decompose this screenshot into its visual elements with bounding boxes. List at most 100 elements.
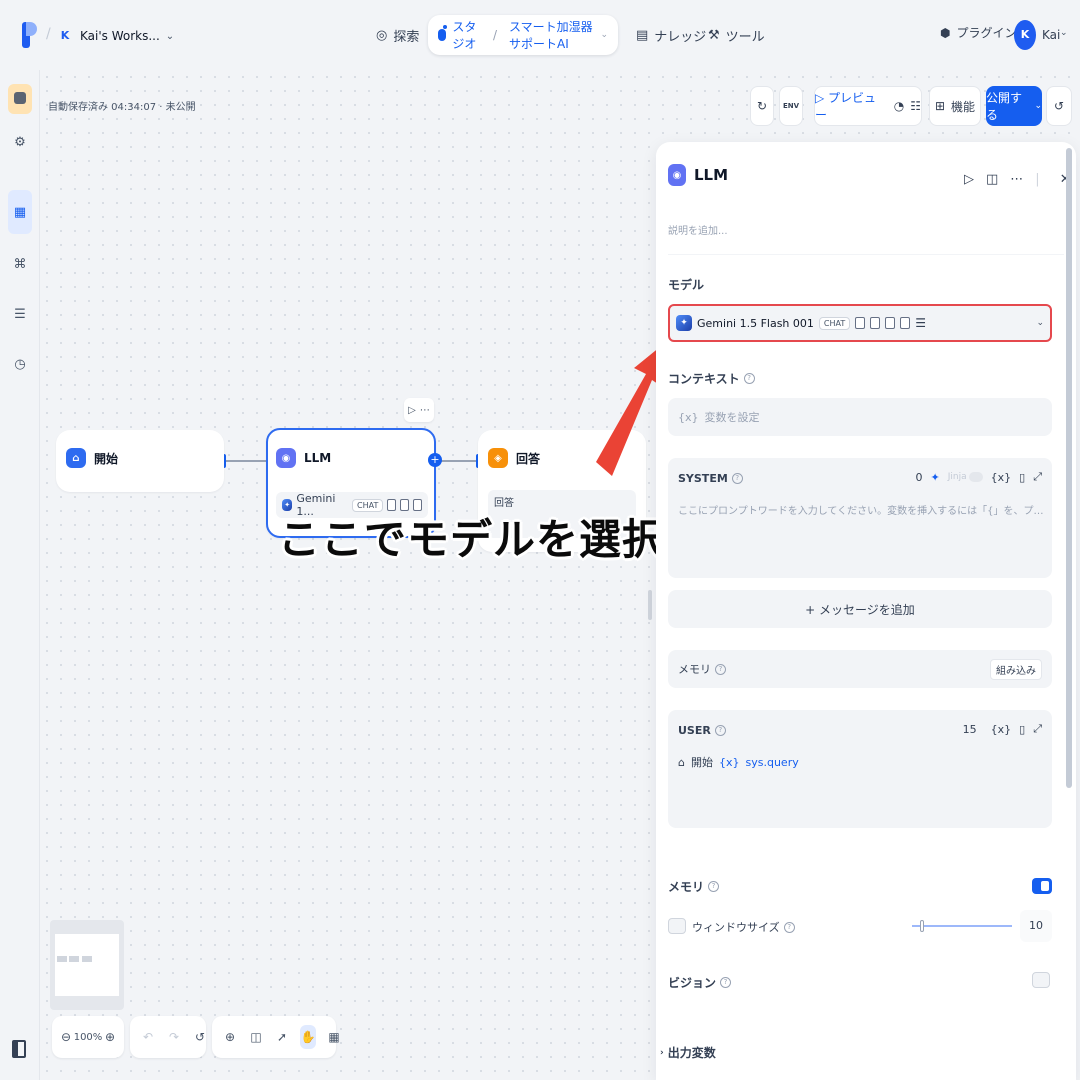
add-block-icon[interactable]: ⊕: [222, 1025, 238, 1049]
more-icon[interactable]: ⋯: [1010, 172, 1023, 187]
avatar[interactable]: K: [1014, 20, 1036, 50]
workspace-selector[interactable]: K Kai's Works... ⌄: [56, 24, 174, 48]
vision-label: ビジョン ?: [668, 974, 732, 991]
canvas-tools: ⊕ ◫ ➚ ✋ ▦: [212, 1016, 340, 1058]
variable-icon[interactable]: {x}: [991, 723, 1012, 736]
model-selector[interactable]: ✦ Gemini 1.5 Flash 001 CHAT ☰ ⌄: [668, 304, 1052, 342]
app-icon[interactable]: [8, 84, 32, 114]
user-char-count: 15: [962, 722, 977, 736]
minimap[interactable]: [50, 920, 124, 1010]
help-icon[interactable]: ?: [783, 921, 795, 933]
start-node[interactable]: ⌂ 開始: [56, 430, 224, 492]
nav-tools-label: ツール: [725, 29, 765, 45]
undo-icon[interactable]: ↶: [140, 1025, 156, 1049]
add-message-button[interactable]: + メッセージを追加: [668, 590, 1052, 628]
slider-handle[interactable]: [920, 920, 924, 932]
api-access-icon[interactable]: ⌘: [8, 252, 32, 276]
monitor-icon[interactable]: ◷: [8, 352, 32, 376]
answer-node-title: 回答: [516, 451, 541, 466]
redo-icon[interactable]: ↷: [166, 1025, 182, 1049]
history-icon[interactable]: ↺: [192, 1025, 208, 1049]
env-button[interactable]: ENV: [779, 86, 803, 126]
help-icon[interactable]: ?: [708, 881, 720, 892]
help-icon[interactable]: ?: [743, 373, 755, 384]
system-prompt-input[interactable]: ここにプロンプトワードを入力してください。変数を挿入するには「{」を、プロンプト…: [678, 502, 1044, 517]
node-actions[interactable]: ▷ ⋯: [404, 398, 434, 422]
panel-scrollbar[interactable]: [1066, 148, 1072, 788]
nav-explore[interactable]: ◎ 探索: [366, 16, 429, 54]
copy-icon[interactable]: ▯: [1019, 471, 1025, 484]
features-button[interactable]: ⊞ 機能: [929, 86, 981, 126]
memory-toggle[interactable]: [1032, 878, 1052, 894]
history-run-icon[interactable]: ◔: [894, 99, 904, 113]
run-icon[interactable]: ▷: [408, 405, 416, 416]
window-size-input[interactable]: 10: [1020, 910, 1052, 942]
zoom-out-icon[interactable]: ⊖: [58, 1025, 74, 1049]
memory-row-label: メモリ: [678, 663, 711, 676]
help-icon[interactable]: ?: [720, 977, 732, 988]
nav-tools[interactable]: ⚒ ツール: [698, 16, 775, 54]
checklist-button[interactable]: ↻: [750, 86, 774, 126]
help-icon[interactable]: ?: [731, 473, 743, 484]
logo-icon[interactable]: [18, 20, 38, 50]
plugin-link[interactable]: ⬢ プラグイン: [940, 24, 1017, 41]
zoom-in-icon[interactable]: ⊕: [102, 1025, 118, 1049]
vision-toggle[interactable]: [1032, 972, 1050, 988]
split-view-icon[interactable]: ◫: [986, 172, 998, 187]
run-icon[interactable]: ▷: [964, 172, 974, 187]
user-variable-tag[interactable]: ⌂ 開始 {x} sys.query: [678, 754, 799, 770]
output-variables-section[interactable]: › 出力変数: [660, 1044, 716, 1061]
expand-icon[interactable]: ⤢: [1033, 470, 1042, 484]
publish-button[interactable]: 公開する ⌄: [986, 86, 1042, 126]
window-size-toggle[interactable]: [668, 918, 686, 934]
description-input[interactable]: 説明を追加...: [668, 222, 728, 237]
history-controls: ↶ ↷ ↺: [130, 1016, 206, 1058]
panel-resize-handle[interactable]: [648, 590, 652, 620]
sidebar-toggle-icon[interactable]: [12, 1040, 26, 1058]
layout-icon[interactable]: ▦: [326, 1025, 342, 1049]
pointer-icon[interactable]: ➚: [274, 1025, 290, 1049]
sparkle-icon[interactable]: ✦: [931, 471, 940, 484]
context-placeholder: 変数を設定: [704, 411, 760, 424]
system-prompt-box[interactable]: SYSTEM ? 0 ✦ Jinja {x} ▯ ⤢ ここにプロンプトワードを入…: [668, 458, 1052, 578]
memory-toggle-text: メモリ: [668, 880, 705, 894]
user-prompt-box[interactable]: USER ? 15 {x} ▯ ⤢ ⌂ 開始 {x} sys.query: [668, 710, 1052, 828]
memory-toggle-label: メモリ ?: [668, 878, 720, 895]
help-icon[interactable]: ?: [714, 725, 726, 736]
copy-icon[interactable]: ▯: [1019, 723, 1025, 736]
app-name[interactable]: スマート加湿器サポートAI: [509, 18, 594, 52]
help-icon[interactable]: ?: [715, 663, 726, 675]
start-node-title: 開始: [94, 451, 119, 466]
checklist-icon[interactable]: ☷: [910, 99, 921, 113]
more-icon[interactable]: ⋯: [420, 405, 430, 416]
orchestrate-icon[interactable]: ▦: [8, 190, 32, 234]
user-name[interactable]: Kai: [1042, 28, 1060, 42]
nav-studio[interactable]: スタジオ / スマート加湿器サポートAI ⌄: [428, 15, 618, 55]
params-icon[interactable]: ☰: [915, 316, 926, 330]
window-size-slider[interactable]: [912, 920, 1012, 932]
jinja-toggle[interactable]: Jinja: [948, 472, 983, 482]
preview-button[interactable]: ▷ プレビュー: [815, 89, 880, 123]
studio-icon: [438, 25, 448, 41]
hand-icon[interactable]: ✋: [300, 1025, 316, 1049]
output-variables-label: 出力変数: [667, 1046, 716, 1060]
builtin-button[interactable]: 組み込み: [990, 658, 1042, 680]
version-history-button[interactable]: ↺: [1046, 86, 1072, 126]
system-char-count: 0: [915, 470, 923, 484]
context-variable-selector[interactable]: {x} 変数を設定: [668, 398, 1052, 436]
gemini-icon: ✦: [676, 315, 692, 331]
logs-icon[interactable]: ☰: [8, 302, 32, 326]
settings-sliders-icon[interactable]: ⚙: [8, 130, 32, 154]
note-icon[interactable]: ◫: [248, 1025, 264, 1049]
chevron-down-icon[interactable]: ⌄: [1060, 28, 1068, 38]
nav-studio-label: スタジオ: [452, 20, 477, 51]
zoom-level[interactable]: 100%: [74, 1025, 103, 1049]
chevron-down-icon: ⌄: [1036, 318, 1044, 328]
capability-icon: [900, 317, 911, 329]
publish-label: 公開する: [986, 91, 1023, 122]
variable-icon[interactable]: {x}: [991, 471, 1012, 484]
expand-icon[interactable]: ⤢: [1033, 722, 1042, 736]
add-node-button[interactable]: +: [428, 453, 442, 467]
llm-settings-panel: ◉ LLM ▷ ◫ ⋯ | ✕ 説明を追加... モデル ✦ Gemini 1.…: [656, 142, 1076, 1080]
annotation-text: ここでモデルを選択: [278, 515, 666, 564]
